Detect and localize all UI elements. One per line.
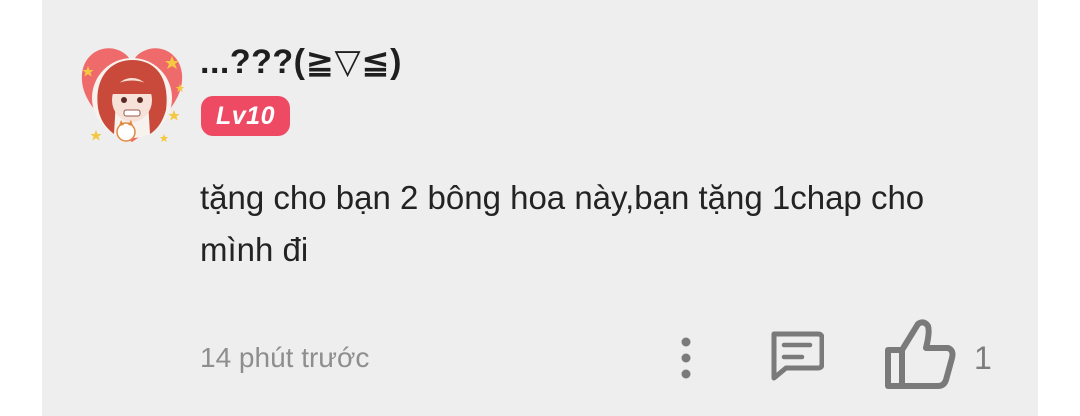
comment-reply-icon[interactable] [768,330,824,382]
username[interactable]: ...???(≧▽≦) [200,42,402,82]
thumbs-up-icon[interactable] [882,318,958,390]
like-count: 1 [974,340,992,376]
more-vertical-icon[interactable] [668,336,704,380]
timestamp: 14 phút trước [200,342,370,373]
comment-text: tặng cho bạn 2 bông hoa này,bạn tặng 1ch… [200,179,925,268]
page: ...???(≧▽≦) Lv10 tặng cho bạn 2 bông hoa… [0,0,1080,416]
level-badge: Lv10 [201,96,290,136]
comment-card: ...???(≧▽≦) Lv10 tặng cho bạn 2 bông hoa… [42,0,1038,416]
avatar[interactable] [76,38,188,150]
